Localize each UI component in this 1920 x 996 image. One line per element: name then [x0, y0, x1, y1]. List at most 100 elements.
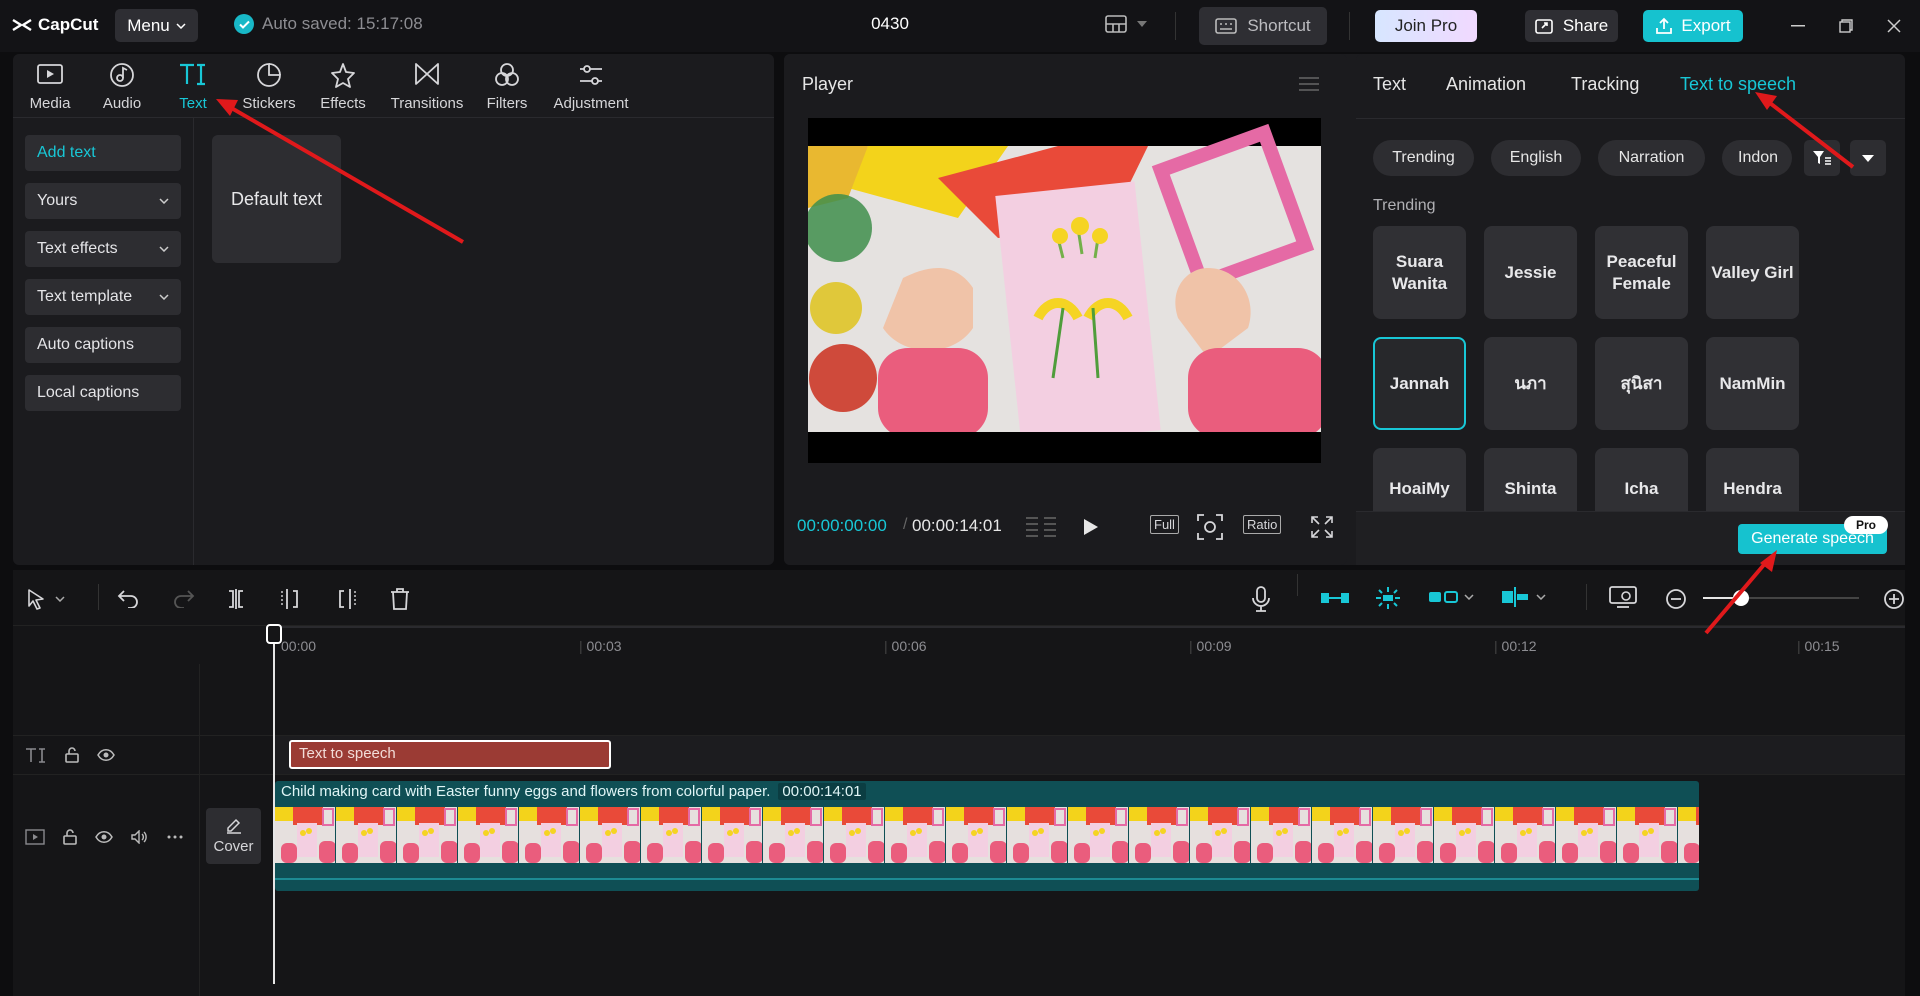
minimize-button[interactable]: [1785, 14, 1811, 38]
time-ruler[interactable]: 00:00 | 00:03 | 00:06 | 00:09 | 00:12 | …: [13, 626, 1905, 664]
tab-text-to-speech[interactable]: Text to speech: [1680, 74, 1796, 95]
restore-button[interactable]: [1833, 14, 1859, 38]
tool-transitions[interactable]: Transitions: [387, 62, 467, 112]
sidebar-item-auto-captions[interactable]: Auto captions: [25, 327, 181, 363]
split-button[interactable]: [226, 588, 246, 610]
lock-icon[interactable]: [65, 747, 79, 763]
tool-adjustment[interactable]: Adjustment: [549, 62, 633, 112]
expand-chips-button[interactable]: [1850, 140, 1886, 176]
voice-card-suara-wanita[interactable]: Suara Wanita: [1373, 226, 1466, 319]
voice-card-jessie[interactable]: Jessie: [1484, 226, 1577, 319]
main-track-magnet-button[interactable]: [1320, 590, 1350, 606]
split-left-button[interactable]: [281, 588, 301, 610]
chip-indonesian[interactable]: Indon: [1722, 140, 1792, 176]
redo-button[interactable]: [173, 588, 195, 608]
share-button[interactable]: Share: [1525, 10, 1618, 42]
voice-card-shinta[interactable]: Shinta: [1484, 448, 1577, 511]
tool-label: Transitions: [390, 95, 464, 112]
menu-button[interactable]: Menu: [115, 9, 198, 42]
voice-card-peaceful-female[interactable]: Peaceful Female: [1595, 226, 1688, 319]
sidebar-item-label: Text template: [37, 288, 133, 305]
auto-snap-button[interactable]: [1375, 586, 1401, 610]
sidebar-item-text-effects[interactable]: Text effects: [25, 231, 181, 267]
join-pro-button[interactable]: Join Pro: [1375, 10, 1477, 42]
zoom-fit-button[interactable]: [1197, 514, 1223, 540]
full-quality-button[interactable]: Full: [1150, 515, 1179, 534]
tool-text[interactable]: Text: [173, 62, 213, 112]
split-right-button[interactable]: [336, 588, 356, 610]
sidebar-item-text-template[interactable]: Text template: [25, 279, 181, 315]
fullscreen-button[interactable]: [1311, 516, 1333, 538]
sidebar-item-local-captions[interactable]: Local captions: [25, 375, 181, 411]
monitor-icon: [1609, 586, 1637, 608]
tts-clip[interactable]: Text to speech: [289, 740, 611, 769]
project-title[interactable]: 0430: [840, 14, 940, 34]
zoom-in-button[interactable]: [1883, 588, 1905, 610]
zoom-slider-thumb[interactable]: [1733, 590, 1749, 606]
playhead[interactable]: [273, 632, 275, 984]
voice-card-hendra[interactable]: Hendra: [1706, 448, 1799, 511]
speaker-icon[interactable]: [131, 830, 149, 844]
tab-text[interactable]: Text: [1373, 74, 1406, 95]
shortcut-button[interactable]: Shortcut: [1199, 7, 1327, 45]
preview-axis-button[interactable]: [1500, 586, 1546, 608]
zoom-slider[interactable]: [1703, 590, 1859, 606]
voice-card-valley-girl[interactable]: Valley Girl: [1706, 226, 1799, 319]
eye-icon[interactable]: [95, 831, 113, 843]
app-name: CapCut: [38, 15, 99, 34]
tool-audio[interactable]: Audio: [99, 62, 145, 112]
sidebar-item-yours[interactable]: Yours: [25, 183, 181, 219]
cover-button[interactable]: Cover: [206, 808, 261, 864]
zoom-out-button[interactable]: [1665, 588, 1687, 610]
chip-narration[interactable]: Narration: [1598, 140, 1705, 176]
playhead-handle[interactable]: [266, 624, 282, 644]
tab-tracking[interactable]: Tracking: [1571, 74, 1639, 95]
hamburger-menu-button[interactable]: [1299, 76, 1319, 92]
tool-filters[interactable]: Filters: [484, 62, 530, 112]
lock-icon[interactable]: [63, 829, 77, 845]
more-icon[interactable]: [167, 835, 183, 839]
tool-media[interactable]: Media: [27, 62, 73, 112]
sidebar-item-add-text[interactable]: Add text: [25, 135, 181, 171]
tab-animation[interactable]: Animation: [1446, 74, 1526, 95]
linkage-button[interactable]: [1428, 588, 1474, 606]
layout-button[interactable]: [1105, 15, 1147, 33]
section-label: Trending: [1373, 197, 1436, 214]
video-clip[interactable]: Child making card with Easter funny eggs…: [275, 781, 1699, 891]
voice-card-jannah[interactable]: Jannah: [1373, 337, 1466, 430]
undo-button[interactable]: [117, 588, 139, 608]
share-icon: [1535, 19, 1553, 34]
record-voiceover-button[interactable]: [1252, 586, 1270, 612]
filter-button[interactable]: [1804, 140, 1840, 176]
select-tool-button[interactable]: [27, 588, 65, 610]
ruler-tick-label: 00:00: [281, 638, 317, 654]
export-button[interactable]: Export: [1643, 10, 1743, 42]
timeline-preview-button[interactable]: [1609, 586, 1637, 608]
chip-english[interactable]: English: [1491, 140, 1581, 176]
zoom-out-icon: [1666, 589, 1686, 609]
video-thumbnails: [275, 807, 1699, 863]
ratio-button[interactable]: Ratio: [1243, 515, 1282, 534]
cursor-icon: [28, 589, 44, 610]
delete-button[interactable]: [390, 588, 410, 610]
voice-card-nammin[interactable]: NamMin: [1706, 337, 1799, 430]
voice-card-hoaimy[interactable]: HoaiMy: [1373, 448, 1466, 511]
chevron-down-icon: [159, 294, 169, 300]
eye-icon[interactable]: [97, 749, 115, 761]
chip-trending[interactable]: Trending: [1373, 140, 1474, 176]
video-preview[interactable]: [808, 118, 1321, 463]
voice-card-icha[interactable]: Icha: [1595, 448, 1688, 511]
voice-card-napa[interactable]: นภา: [1484, 337, 1577, 430]
waveform-toggle[interactable]: [1026, 515, 1058, 539]
default-text-card[interactable]: Default text: [212, 135, 341, 263]
tool-stickers[interactable]: Stickers: [239, 62, 299, 112]
trash-icon: [391, 588, 409, 610]
close-button[interactable]: [1881, 14, 1907, 38]
audio-waveform-line: [275, 878, 1699, 880]
adjustment-icon: [580, 65, 602, 85]
transitions-icon: [415, 63, 439, 85]
play-button[interactable]: [1083, 518, 1099, 536]
voice-card-sunisa[interactable]: สุนิสา: [1595, 337, 1688, 430]
share-label: Share: [1562, 16, 1609, 35]
tool-effects[interactable]: Effects: [317, 62, 369, 112]
